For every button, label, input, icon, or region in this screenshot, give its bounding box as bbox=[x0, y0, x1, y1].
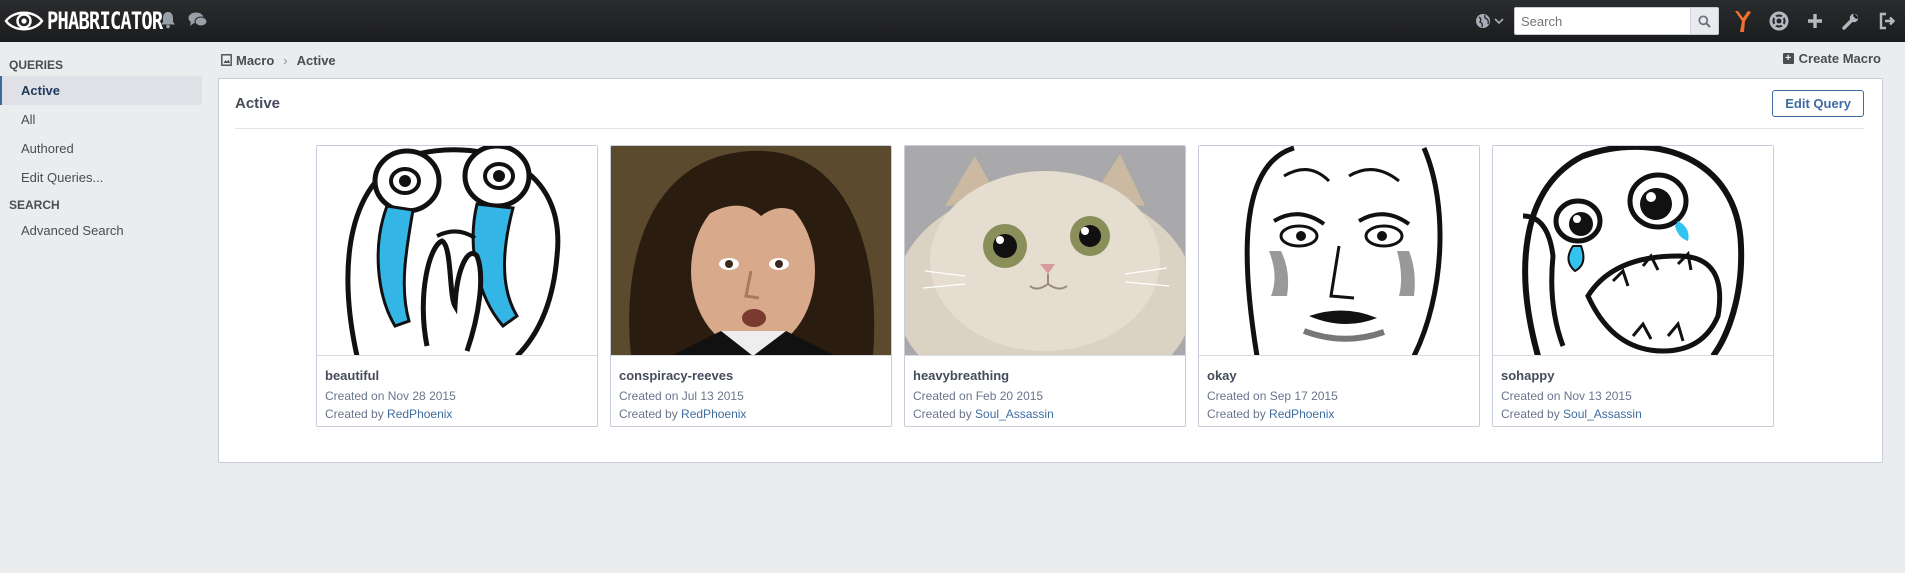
macro-created-on: Created on Nov 13 2015 bbox=[1501, 389, 1632, 403]
macro-grid: beautiful Created on Nov 28 2015 Created… bbox=[316, 145, 1774, 427]
chevron-down-icon bbox=[1494, 18, 1504, 25]
macro-name[interactable]: heavybreathing bbox=[913, 366, 1177, 386]
macro-name[interactable]: beautiful bbox=[325, 366, 589, 386]
chat-icon[interactable] bbox=[188, 11, 208, 29]
breadcrumb-separator: › bbox=[283, 52, 288, 68]
created-by-label: Created by bbox=[325, 407, 384, 421]
globe-icon bbox=[1476, 14, 1490, 28]
top-bar: PHABRICATOR bbox=[0, 0, 1905, 42]
macro-image-okay bbox=[1199, 146, 1479, 356]
search-input[interactable] bbox=[1515, 8, 1690, 34]
macro-image-beautiful bbox=[317, 146, 597, 356]
breadcrumb-active: Active bbox=[296, 52, 336, 68]
sidebar-item-active[interactable]: Active bbox=[0, 76, 202, 105]
macro-card[interactable]: beautiful Created on Nov 28 2015 Created… bbox=[316, 145, 598, 427]
create-macro-button[interactable]: + Create Macro bbox=[1782, 51, 1881, 66]
macro-card[interactable]: conspiracy-reeves Created on Jul 13 2015… bbox=[610, 145, 892, 427]
language-menu[interactable] bbox=[1475, 13, 1504, 29]
logout-icon bbox=[1879, 12, 1896, 30]
queries-header: QUERIES bbox=[9, 58, 64, 72]
search-header: SEARCH bbox=[9, 198, 60, 212]
macro-created-on: Created on Jul 13 2015 bbox=[619, 389, 744, 403]
eye-icon bbox=[4, 11, 44, 31]
sidebar-item-edit-queries[interactable]: Edit Queries... bbox=[0, 163, 202, 192]
help-button[interactable] bbox=[1761, 0, 1797, 42]
search-button[interactable] bbox=[1690, 8, 1718, 34]
create-macro-label: Create Macro bbox=[1798, 51, 1881, 66]
created-by-label: Created by bbox=[1207, 407, 1266, 421]
search-icon bbox=[1698, 14, 1711, 28]
created-by-label: Created by bbox=[913, 407, 972, 421]
macro-icon bbox=[221, 54, 232, 66]
macro-name[interactable]: sohappy bbox=[1501, 366, 1765, 386]
sidebar: QUERIES Active All Authored Edit Queries… bbox=[0, 42, 202, 245]
macro-created-on: Created on Nov 28 2015 bbox=[325, 389, 456, 403]
breadcrumb: Macro › Active bbox=[221, 51, 336, 69]
macro-created-by: Created by Soul_Assassin bbox=[1501, 406, 1765, 422]
author-link[interactable]: RedPhoenix bbox=[387, 407, 452, 421]
create-button[interactable] bbox=[1797, 0, 1833, 42]
created-by-label: Created by bbox=[1501, 407, 1560, 421]
sidebar-item-all[interactable]: All bbox=[0, 105, 202, 134]
search-box bbox=[1514, 7, 1719, 35]
phacility-icon bbox=[1735, 11, 1751, 32]
logout-button[interactable] bbox=[1869, 0, 1905, 42]
author-link[interactable]: Soul_Assassin bbox=[1563, 407, 1642, 421]
author-link[interactable]: Soul_Assassin bbox=[975, 407, 1054, 421]
macro-card[interactable]: sohappy Created on Nov 13 2015 Created b… bbox=[1492, 145, 1774, 427]
app-name: PHABRICATOR bbox=[47, 7, 163, 35]
macro-created-by: Created by RedPhoenix bbox=[1207, 406, 1471, 422]
breadcrumb-macro[interactable]: Macro bbox=[236, 53, 274, 68]
macro-card[interactable]: okay Created on Sep 17 2015 Created by R… bbox=[1198, 145, 1480, 427]
macro-created-by: Created by RedPhoenix bbox=[325, 406, 589, 422]
macro-created-by: Created by RedPhoenix bbox=[619, 406, 883, 422]
macro-image-sohappy bbox=[1493, 146, 1773, 356]
phacility-button[interactable] bbox=[1725, 0, 1761, 42]
author-link[interactable]: RedPhoenix bbox=[1269, 407, 1334, 421]
created-by-label: Created by bbox=[619, 407, 678, 421]
wrench-icon bbox=[1842, 13, 1859, 30]
results-panel: Active Edit Query beautiful Created on N… bbox=[218, 78, 1883, 463]
sidebar-item-authored[interactable]: Authored bbox=[0, 134, 202, 163]
author-link[interactable]: RedPhoenix bbox=[681, 407, 746, 421]
panel-title: Active bbox=[235, 95, 281, 112]
help-ring-icon bbox=[1769, 11, 1789, 31]
settings-button[interactable] bbox=[1833, 0, 1869, 42]
macro-created-on: Created on Sep 17 2015 bbox=[1207, 389, 1338, 403]
macro-created-on: Created on Feb 20 2015 bbox=[913, 389, 1044, 403]
macro-name[interactable]: okay bbox=[1207, 366, 1471, 386]
sidebar-item-advanced-search[interactable]: Advanced Search bbox=[0, 216, 202, 245]
plus-square-icon: + bbox=[1782, 53, 1794, 64]
macro-name[interactable]: conspiracy-reeves bbox=[619, 366, 883, 386]
bell-icon[interactable] bbox=[160, 11, 176, 29]
macro-image-conspiracy-reeves bbox=[611, 146, 891, 356]
macro-image-heavybreathing bbox=[905, 146, 1185, 356]
macro-created-by: Created by Soul_Assassin bbox=[913, 406, 1177, 422]
edit-query-button[interactable]: Edit Query bbox=[1772, 90, 1864, 117]
plus-icon bbox=[1808, 14, 1822, 28]
macro-card[interactable]: heavybreathing Created on Feb 20 2015 Cr… bbox=[904, 145, 1186, 427]
